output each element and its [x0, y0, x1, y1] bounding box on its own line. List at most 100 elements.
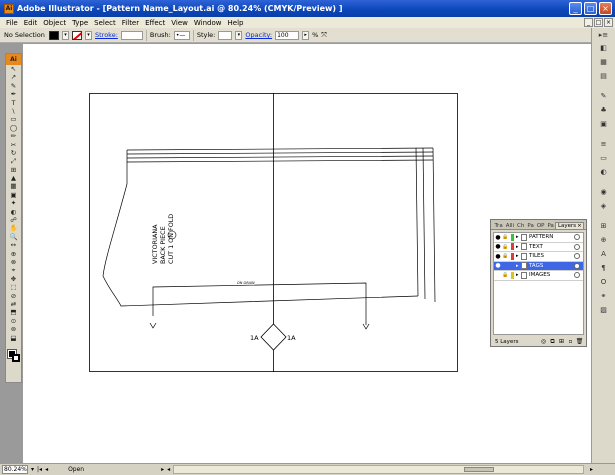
- tab-opentype[interactable]: OP: [535, 223, 546, 229]
- tab-layers[interactable]: Layers×: [555, 222, 585, 229]
- tab-align[interactable]: Alli: [504, 223, 515, 229]
- tool-icon[interactable]: ⬚: [6, 283, 21, 291]
- gradient-icon[interactable]: ▭: [598, 154, 609, 163]
- tool-icon[interactable]: \: [6, 107, 21, 115]
- layers-dock-icon[interactable]: ◈: [598, 202, 609, 211]
- menu-filter[interactable]: Filter: [119, 19, 142, 27]
- symbols-icon[interactable]: ♣: [598, 106, 609, 115]
- swatches-icon[interactable]: ▤: [598, 72, 609, 81]
- tool-icon[interactable]: ⬓: [6, 334, 21, 342]
- tool-icon[interactable]: ✂: [6, 141, 21, 149]
- status-menu-icon[interactable]: ▸: [161, 466, 164, 473]
- tool-icon[interactable]: ✏: [6, 132, 21, 140]
- layer-row[interactable]: ● ▸ TAGS: [494, 261, 583, 271]
- layer-target-icon[interactable]: [574, 262, 580, 269]
- tab-pathfinder[interactable]: Pa: [526, 223, 535, 229]
- lock-icon[interactable]: 🔒: [502, 234, 509, 240]
- paragraph-icon[interactable]: ¶: [598, 264, 609, 273]
- tool-icon[interactable]: ⊗: [6, 258, 21, 266]
- close-icon[interactable]: ×: [577, 223, 582, 229]
- tool-icon[interactable]: ⇄: [6, 300, 21, 308]
- minimize-button[interactable]: _: [569, 2, 582, 15]
- stroke-color-icon[interactable]: [12, 354, 20, 362]
- tool-icon[interactable]: ⌖: [6, 266, 21, 274]
- stroke-icon[interactable]: ≡: [598, 140, 609, 149]
- tool-icon[interactable]: ⊚: [6, 325, 21, 333]
- tool-icon[interactable]: ◐: [6, 208, 21, 216]
- tool-icon[interactable]: ✋: [6, 224, 21, 232]
- tool-icon[interactable]: ▣: [6, 191, 21, 199]
- new-sublayer-icon[interactable]: ⊞: [557, 338, 566, 345]
- tab-paragraph[interactable]: Pa: [546, 223, 555, 229]
- layer-target-icon[interactable]: [574, 253, 580, 260]
- tool-icon[interactable]: ↖: [6, 65, 21, 73]
- tool-icon[interactable]: T: [6, 99, 21, 107]
- clipping-mask-icon[interactable]: ⧉: [548, 338, 557, 346]
- menu-view[interactable]: View: [168, 19, 191, 27]
- eye-icon[interactable]: ●: [494, 243, 502, 250]
- eye-icon[interactable]: ●: [494, 253, 502, 260]
- navigator-icon[interactable]: ▨: [598, 306, 609, 315]
- stroke-dropdown-icon[interactable]: ▾: [85, 30, 92, 40]
- align-icon[interactable]: ⊞: [598, 222, 609, 231]
- prev-artboard-icon[interactable]: ◂: [45, 466, 48, 473]
- tool-icon[interactable]: ✦: [6, 199, 21, 207]
- character-icon[interactable]: A: [598, 250, 609, 259]
- stroke-swatch[interactable]: [72, 30, 82, 40]
- opacity-input[interactable]: 100: [275, 30, 300, 40]
- tool-icon[interactable]: ↻: [6, 149, 21, 157]
- tool-icon[interactable]: ⊘: [6, 292, 21, 300]
- scrollbar-thumb[interactable]: [464, 467, 495, 472]
- doc-minimize-button[interactable]: _: [584, 18, 593, 27]
- menu-help[interactable]: Help: [225, 19, 247, 27]
- tab-transparency[interactable]: Tra: [493, 223, 504, 229]
- zoom-dropdown-icon[interactable]: ▾: [31, 466, 34, 473]
- app-icon[interactable]: Ai: [4, 3, 14, 14]
- fill-dropdown-icon[interactable]: ▾: [62, 30, 69, 40]
- tab-character[interactable]: Ch: [516, 223, 526, 229]
- locate-object-icon[interactable]: ◎: [539, 338, 548, 345]
- tool-icon[interactable]: ▭: [6, 115, 21, 123]
- layer-row[interactable]: ● 🔒 ▸ TILES: [494, 252, 583, 262]
- tool-icon[interactable]: ✥: [6, 275, 21, 283]
- menu-object[interactable]: Object: [40, 19, 69, 27]
- eye-icon[interactable]: ●: [494, 262, 502, 269]
- transparency-icon[interactable]: ◐: [598, 168, 609, 177]
- tool-icon[interactable]: ⊙: [6, 317, 21, 325]
- trash-icon[interactable]: 🗑: [575, 338, 584, 345]
- tool-icon[interactable]: ⬒: [6, 308, 21, 316]
- tool-icon[interactable]: ↔: [6, 241, 21, 249]
- transform-dock-icon[interactable]: ⊕: [598, 236, 609, 245]
- tool-icon[interactable]: ⤢: [6, 157, 21, 165]
- layer-row[interactable]: ● 🔒 ▸ TEXT: [494, 243, 583, 252]
- tool-icon[interactable]: ↗: [6, 73, 21, 81]
- eye-icon[interactable]: ●: [494, 234, 502, 241]
- close-button[interactable]: ×: [599, 2, 612, 15]
- layer-target-icon[interactable]: [574, 272, 580, 279]
- first-artboard-icon[interactable]: |◂: [37, 466, 42, 473]
- tool-icon[interactable]: ⊞: [6, 166, 21, 174]
- doc-restore-button[interactable]: □: [594, 18, 603, 27]
- layer-target-icon[interactable]: [574, 234, 580, 241]
- menu-effect[interactable]: Effect: [142, 19, 168, 27]
- stroke-label[interactable]: Stroke:: [95, 31, 118, 39]
- tool-icon[interactable]: ⊕: [6, 250, 21, 258]
- opacity-dropdown-icon[interactable]: ▸: [302, 30, 310, 40]
- doc-close-button[interactable]: ×: [604, 18, 613, 27]
- layer-name[interactable]: TILES: [529, 253, 574, 259]
- lock-icon[interactable]: 🔒: [502, 244, 509, 250]
- menu-edit[interactable]: Edit: [21, 19, 41, 27]
- tool-icon[interactable]: ☍: [6, 216, 21, 224]
- brush-definition-field[interactable]: •—: [173, 30, 190, 40]
- menu-window[interactable]: Window: [191, 19, 225, 27]
- zoom-field[interactable]: 80.24%: [2, 465, 28, 474]
- stroke-weight-input[interactable]: [120, 30, 143, 40]
- maximize-button[interactable]: □: [584, 2, 597, 15]
- layer-row[interactable]: ● 🔒 ▸ PATTERN: [494, 233, 583, 243]
- color-icon[interactable]: ◧: [598, 44, 609, 53]
- tool-icon[interactable]: ▲: [6, 174, 21, 182]
- color-guide-icon[interactable]: ▦: [598, 58, 609, 67]
- lock-icon[interactable]: 🔒: [502, 272, 509, 278]
- tool-icon[interactable]: ✒: [6, 90, 21, 98]
- style-dropdown-icon[interactable]: ▾: [235, 30, 243, 40]
